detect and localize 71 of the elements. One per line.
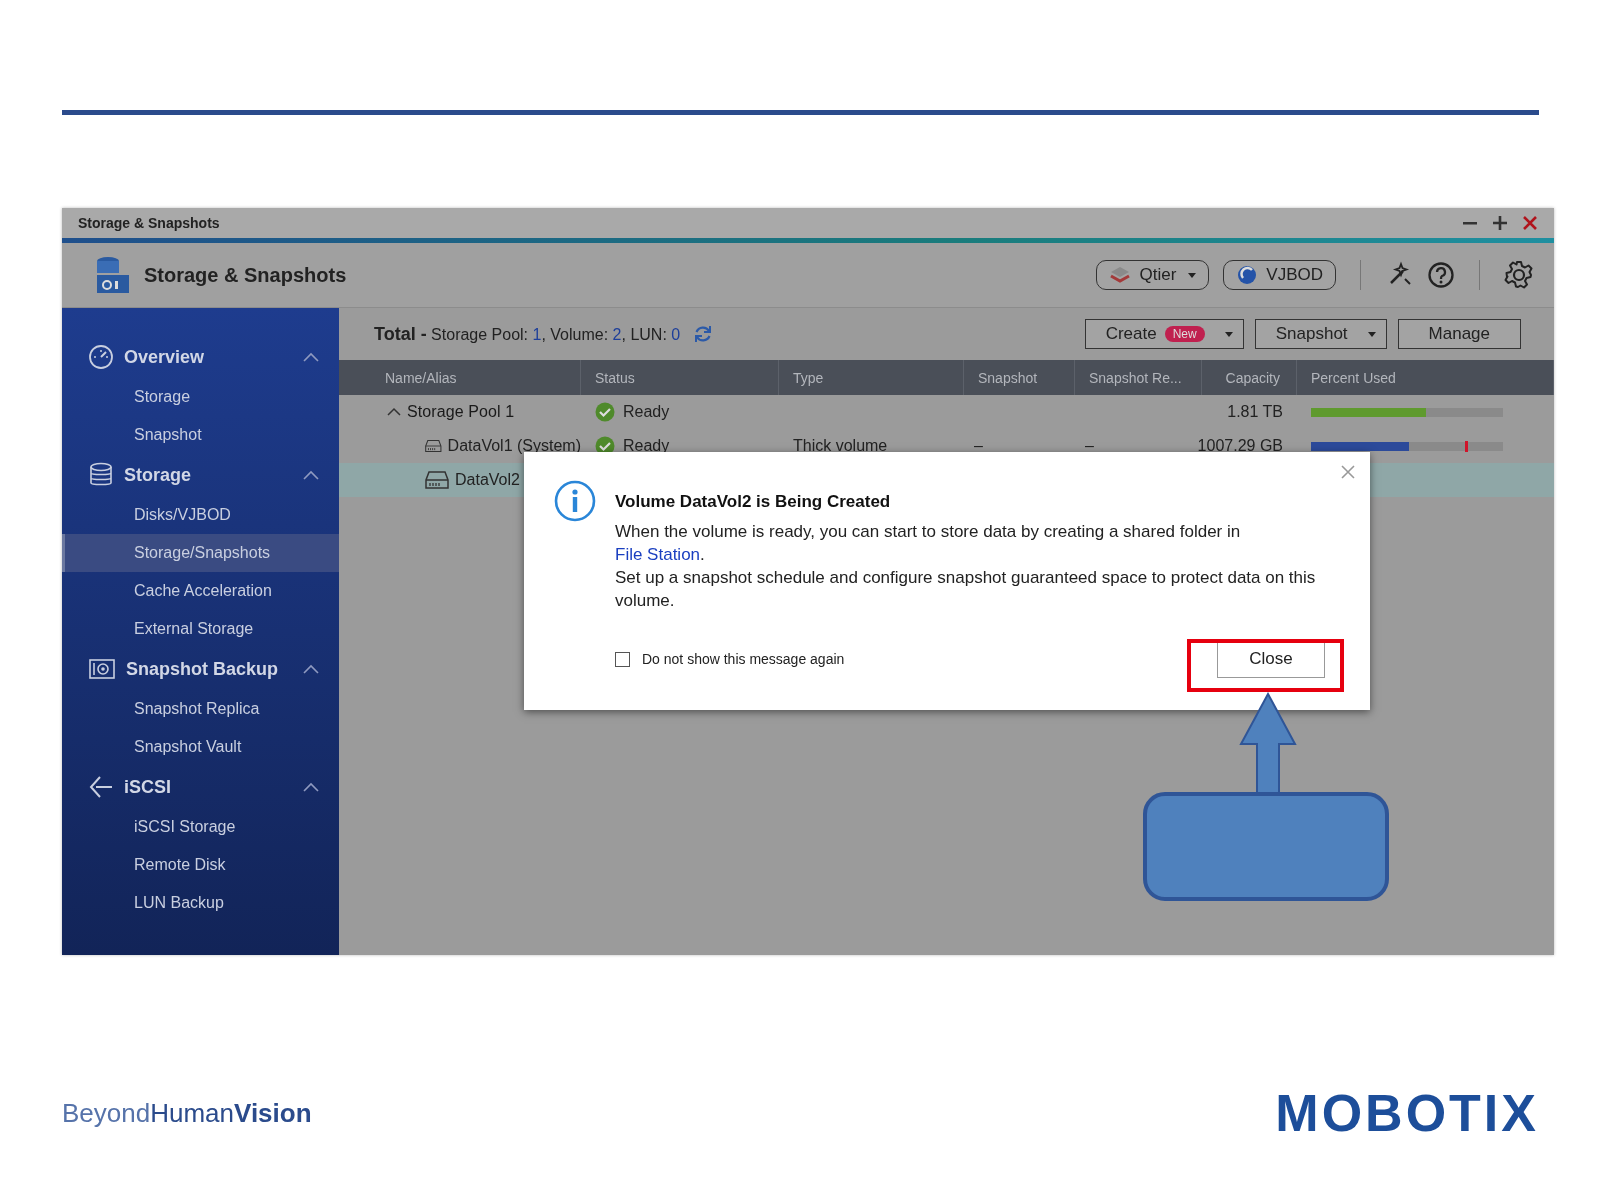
summary-text: Total - Storage Pool: 1, Volume: 2, LUN: 0 — [374, 323, 682, 345]
row-name: DataVol2 — [455, 471, 520, 489]
app-title: Storage & Snapshots — [144, 263, 347, 287]
table-cell: 1007.29 GB — [1197, 437, 1283, 455]
column-header[interactable]: Status — [581, 360, 779, 395]
camera-icon — [88, 657, 116, 681]
file-station-link[interactable]: File Station — [615, 545, 701, 564]
column-header[interactable]: Capacity — [1202, 360, 1297, 395]
sidebar-item[interactable]: Disks/VJBOD — [62, 496, 339, 534]
checkbox[interactable] — [615, 651, 630, 667]
column-header[interactable]: Snapshot Re... — [1075, 360, 1202, 395]
help-icon[interactable] — [1427, 261, 1455, 289]
chevron-icon[interactable] — [303, 664, 319, 674]
close-icon[interactable] — [1340, 464, 1356, 480]
sidebar-item[interactable]: Storage — [62, 378, 339, 416]
sidebar-item[interactable]: LUN Backup — [62, 884, 339, 922]
database-icon — [88, 462, 114, 488]
column-header[interactable]: Type — [779, 360, 964, 395]
collapse-chevron-icon[interactable] — [387, 407, 401, 417]
maximize-icon[interactable] — [1492, 215, 1508, 231]
header-button[interactable]: VJBOD — [1223, 260, 1336, 290]
sidebar-item[interactable]: iSCSI Storage — [62, 808, 339, 846]
sidebar-item[interactable]: Remote Disk — [62, 846, 339, 884]
chevron-icon[interactable] — [303, 352, 319, 362]
column-header[interactable]: Name/Alias — [339, 360, 581, 395]
window-title: Storage & Snapshots — [78, 215, 220, 231]
toolbar-button[interactable]: Manage — [1397, 319, 1521, 349]
info-icon — [554, 480, 596, 522]
sidebar-item[interactable]: External Storage — [62, 610, 339, 648]
connector-icon — [88, 774, 114, 800]
column-header[interactable]: Snapshot — [964, 360, 1075, 395]
gauge-icon — [88, 344, 114, 370]
caret-icon[interactable] — [1367, 331, 1376, 337]
settings-icon[interactable] — [1504, 260, 1534, 290]
message-text: When the volume is ready, you can start to store data by creating a shared folder in File Station. — [615, 521, 1242, 566]
sidebar-item[interactable]: Cache Acceleration — [62, 572, 339, 610]
message-text: Set up a snapshot schedule and configure snapshot guaranteed space to protect data on this volume. — [615, 567, 1317, 612]
caret-icon[interactable] — [1224, 331, 1233, 337]
table-cell: Thick volume — [793, 437, 888, 455]
checkbox-label[interactable]: Do not show this message again — [642, 651, 845, 667]
logo: MOBOTIX — [1275, 1087, 1539, 1139]
sidebar-group[interactable]: Snapshot Backup — [62, 648, 339, 690]
dialog-title: Volume DataVol2 is Being Created — [615, 492, 892, 512]
tagline: BeyondHumanVision — [62, 1097, 312, 1129]
close-icon[interactable] — [1522, 215, 1538, 231]
sidebar-item[interactable]: Snapshot — [62, 416, 339, 454]
sidebar-item[interactable]: Storage/Snapshots — [62, 534, 339, 572]
chevron-icon[interactable] — [303, 782, 319, 792]
sidebar-group[interactable]: iSCSI — [62, 766, 339, 808]
layers-icon — [1109, 265, 1132, 285]
header-button[interactable]: Qtier — [1096, 260, 1210, 290]
status-text: Ready — [623, 437, 670, 455]
status-text: Ready — [623, 403, 670, 421]
sidebar-item[interactable]: Snapshot Replica — [62, 690, 339, 728]
row-name: Storage Pool 1 — [407, 403, 515, 421]
check-icon — [595, 402, 615, 422]
chevron-icon[interactable] — [303, 470, 319, 480]
row-name: DataVol1 (System) — [447, 437, 581, 455]
column-header[interactable]: Percent Used — [1297, 360, 1554, 395]
sidebar-group[interactable]: Overview — [62, 336, 339, 378]
toolbar-button[interactable]: Create New — [1084, 319, 1244, 349]
drive-icon — [425, 470, 449, 490]
table-row[interactable]: Storage Pool 1 Ready 1.81 TB — [339, 395, 1554, 429]
sidebar-group[interactable]: Storage — [62, 454, 339, 496]
toolbar-button[interactable]: Snapshot — [1254, 319, 1387, 349]
table-cell: 1.81 TB — [1227, 403, 1283, 421]
ring-icon — [1236, 264, 1259, 286]
table-cell: – — [974, 437, 983, 455]
database-icon — [94, 255, 132, 295]
sidebar-item[interactable]: Snapshot Vault — [62, 728, 339, 766]
table-cell: – — [1085, 437, 1094, 455]
